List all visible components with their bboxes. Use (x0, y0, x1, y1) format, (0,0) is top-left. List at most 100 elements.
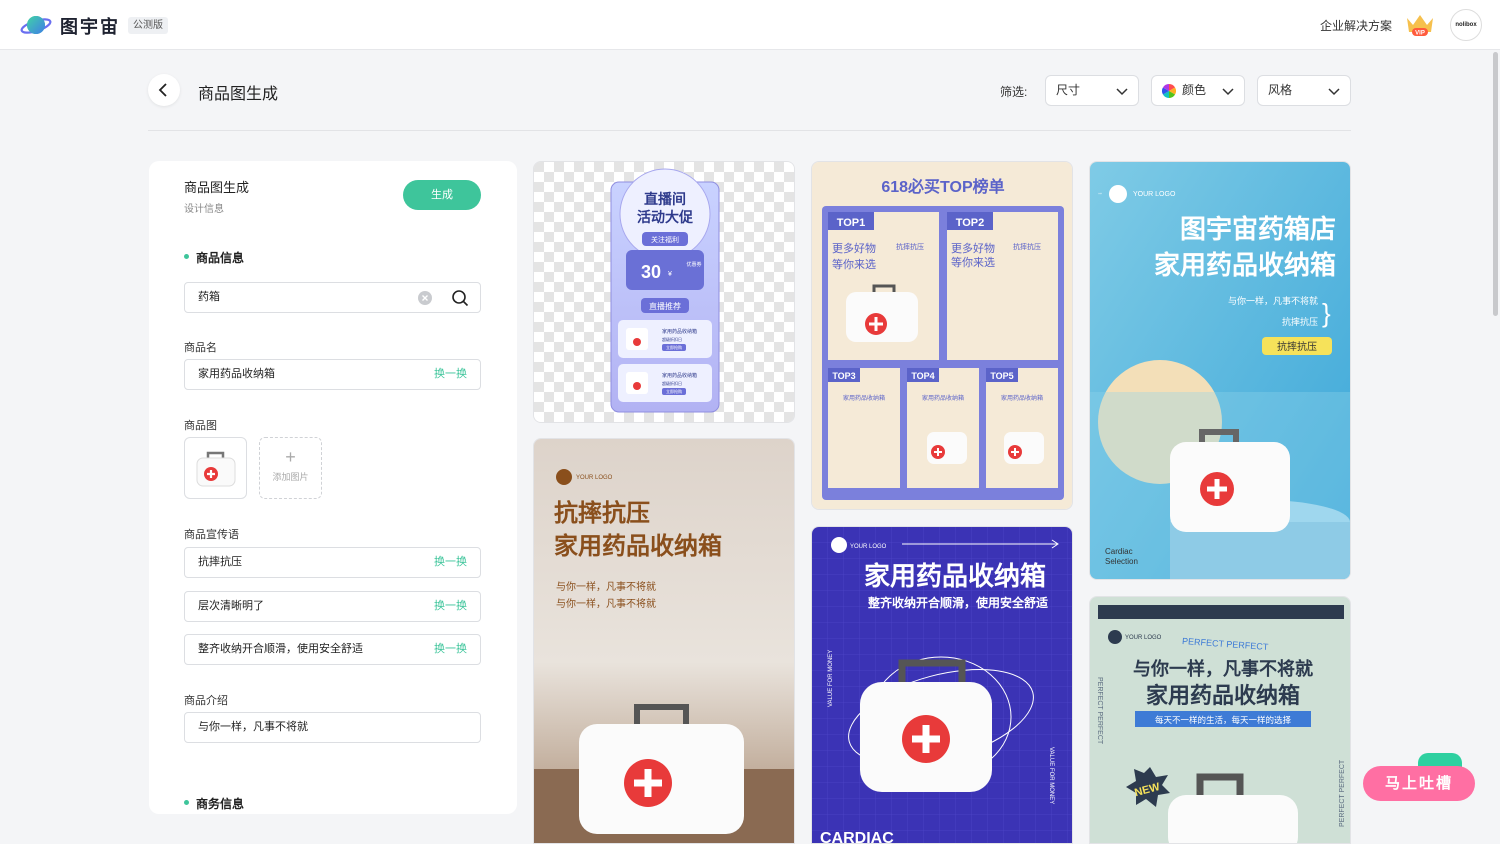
slogan-field[interactable]: 抗摔抗压 换一换 (184, 547, 481, 578)
product-info-section-title: 商品信息 (184, 249, 244, 266)
chevron-down-icon (1328, 88, 1340, 96)
generate-button[interactable]: 生成 (403, 180, 481, 210)
card4-title-line1: 抗摔抗压 (554, 499, 650, 527)
card5-title: 家用药品收纳箱 (864, 561, 1046, 591)
card2-tag: 抗摔抗压 (896, 242, 924, 251)
card2-more-line1: 更多好物 (832, 241, 876, 255)
user-avatar[interactable]: nolibox (1450, 9, 1482, 41)
style-filter-label: 风格 (1268, 83, 1293, 97)
swap-slogan-button[interactable]: 换一换 (434, 592, 467, 621)
design-card-live-stream[interactable]: 直播间 活动大促 关注福利 30 ¥ 优惠券 直播推荐 家用药品收纳箱 超级折扣… (533, 161, 795, 423)
intro-value: 与你一样，凡事不将就 (198, 721, 308, 733)
card2-top3: TOP3 (832, 371, 855, 381)
card1-item-sub: 超级折扣日 (662, 380, 682, 386)
card2-more-line1: 更多好物 (951, 241, 995, 255)
svg-text:}: } (1322, 298, 1331, 328)
card1-item-name: 家用药品收纳箱 (662, 328, 697, 335)
back-button[interactable] (148, 74, 180, 106)
intro-field[interactable]: 与你一样，凡事不将就 (184, 712, 481, 743)
card2-top5: TOP5 (990, 371, 1013, 381)
intro-label: 商品介绍 (184, 695, 228, 707)
design-preview: 直播间 活动大促 关注福利 30 ¥ 优惠券 直播推荐 家用药品收纳箱 超级折扣… (534, 162, 794, 422)
beta-badge: 公测版 (128, 17, 168, 34)
card6-title-line1: 与你一样，凡事不将就 (1133, 658, 1313, 679)
card2-item-name: 家用药品收纳箱 (843, 394, 885, 402)
card1-title-line1: 直播间 (644, 191, 686, 207)
swap-slogan-button[interactable]: 换一换 (434, 635, 467, 664)
design-card-green-perfect[interactable]: YOUR LOGO PERFECT PERFECT 与你一样，凡事不将就 家用药… (1089, 596, 1351, 844)
slogan-value: 抗摔抗压 (198, 556, 242, 568)
color-filter-label: 颜色 (1182, 83, 1207, 97)
design-preview: YOUR LOGO PERFECT PERFECT 与你一样，凡事不将就 家用药… (1090, 597, 1350, 843)
clear-icon[interactable] (418, 291, 432, 305)
filter-label: 筛选: (1000, 85, 1028, 99)
card1-title-line2: 活动大促 (637, 209, 694, 225)
design-card-top-ranking[interactable]: 618必买TOP榜单 TOP1 TOP2 更多好物 等你来选 抗摔抗压 更多好物… (811, 161, 1073, 510)
swap-slogan-button[interactable]: 换一换 (434, 548, 467, 577)
card1-coupon-unit: ¥ (668, 271, 672, 278)
add-image-label: 添加图片 (272, 472, 309, 482)
slogan-field[interactable]: 层次清晰明了 换一换 (184, 591, 481, 622)
card3-line1: 与你一样，凡事不将就 (1228, 295, 1318, 306)
swap-product-name-button[interactable]: 换一换 (434, 360, 467, 389)
vip-label: VIP (1415, 31, 1425, 37)
card6-side-text-left: PERFECT PERFECT (1096, 677, 1103, 745)
color-wheel-icon (1162, 84, 1176, 98)
card1-item-btn: 立即抢购 (666, 344, 682, 350)
card5-logo: YOUR LOGO (850, 544, 887, 550)
design-card-warm-photo[interactable]: YOUR LOGO 抗摔抗压 家用药品收纳箱 与你一样，凡事不将就 与你一样，凡… (533, 438, 795, 844)
slogan-label: 商品宣传语 (184, 529, 239, 541)
card3-title-line2: 家用药品收纳箱 (1154, 250, 1336, 280)
form-subtitle: 设计信息 (184, 204, 224, 215)
search-input-value: 药箱 (198, 291, 220, 303)
card6-logo: YOUR LOGO (1125, 635, 1162, 641)
card2-top2: TOP2 (956, 217, 985, 229)
card5-side-text: VALUE FOR MONEY (1048, 747, 1054, 804)
add-image-button[interactable]: + 添加图片 (259, 437, 322, 499)
card4-logo: YOUR LOGO (576, 475, 613, 481)
size-filter-dropdown[interactable]: 尺寸 (1045, 75, 1139, 106)
card5-side-text: VALUE FOR MONEY (828, 650, 834, 707)
slogan-field[interactable]: 整齐收纳开合顺滑，使用安全舒适 换一换 (184, 634, 481, 665)
design-card-purple-grid[interactable]: YOUR LOGO 家用药品收纳箱 整齐收纳开合顺滑，使用安全舒适 VALUE … (811, 526, 1073, 844)
product-image-label: 商品图 (184, 420, 217, 432)
card3-logo: YOUR LOGO (1133, 191, 1176, 198)
planet-logo-icon[interactable] (20, 12, 52, 38)
feedback-button[interactable]: 马上吐槽 (1363, 766, 1475, 801)
product-name-field[interactable]: 家用药品收纳箱 换一换 (184, 359, 481, 390)
page-scrollbar[interactable] (1493, 52, 1498, 316)
card2-item-name: 家用药品收纳箱 (1001, 394, 1043, 402)
card1-item-name: 家用药品收纳箱 (662, 372, 697, 379)
enterprise-solutions-link[interactable]: 企业解决方案 (1320, 17, 1392, 34)
design-preview: YOUR LOGO 家用药品收纳箱 整齐收纳开合顺滑，使用安全舒适 VALUE … (812, 527, 1072, 843)
size-filter-label: 尺寸 (1056, 83, 1081, 97)
card3-title-line1: 图宇宙药箱店 (1180, 214, 1336, 244)
design-card-blue-pharmacy[interactable]: 计算美学 YOUR LOGO 图宇宙药箱店 家用药品收纳箱 与你一样，凡事不将就… (1089, 161, 1351, 580)
card2-more-line2: 等你来选 (832, 257, 876, 271)
product-name-label: 商品名 (184, 342, 217, 354)
card2-title: 618必买TOP榜单 (881, 177, 1004, 196)
business-info-section-title: 商务信息 (184, 795, 244, 812)
slogan-value: 整齐收纳开合顺滑，使用安全舒适 (198, 643, 363, 655)
top-bar: 图宇宙 公测版 企业解决方案 VIP nolibox (0, 0, 1500, 50)
card4-line2: 与你一样，凡事不将就 (556, 597, 656, 610)
card3-pill: 抗摔抗压 (1277, 340, 1317, 353)
vip-crown-icon[interactable]: VIP (1404, 12, 1436, 38)
style-filter-dropdown[interactable]: 风格 (1257, 75, 1351, 106)
card3-footer-line2: Selection (1105, 557, 1138, 566)
card3-line2: 抗摔抗压 (1282, 316, 1318, 327)
card1-coupon-value: 30 (641, 262, 661, 282)
chevron-down-icon (1116, 88, 1128, 96)
card1-item-btn: 立即抢购 (666, 388, 682, 394)
search-input[interactable]: 药箱 (184, 282, 481, 313)
card1-tag: 关注福利 (651, 235, 679, 244)
slogan-value: 层次清晰明了 (198, 600, 264, 612)
product-image-thumbnail[interactable] (184, 437, 247, 499)
color-filter-dropdown[interactable]: 颜色 (1151, 75, 1245, 106)
search-icon[interactable] (451, 289, 469, 307)
app-name[interactable]: 图宇宙 (60, 13, 120, 39)
card2-tag: 抗摔抗压 (1013, 242, 1041, 251)
card2-top4: TOP4 (911, 371, 934, 381)
form-title: 商品图生成 (184, 180, 250, 195)
card2-more-line2: 等你来选 (951, 255, 995, 269)
